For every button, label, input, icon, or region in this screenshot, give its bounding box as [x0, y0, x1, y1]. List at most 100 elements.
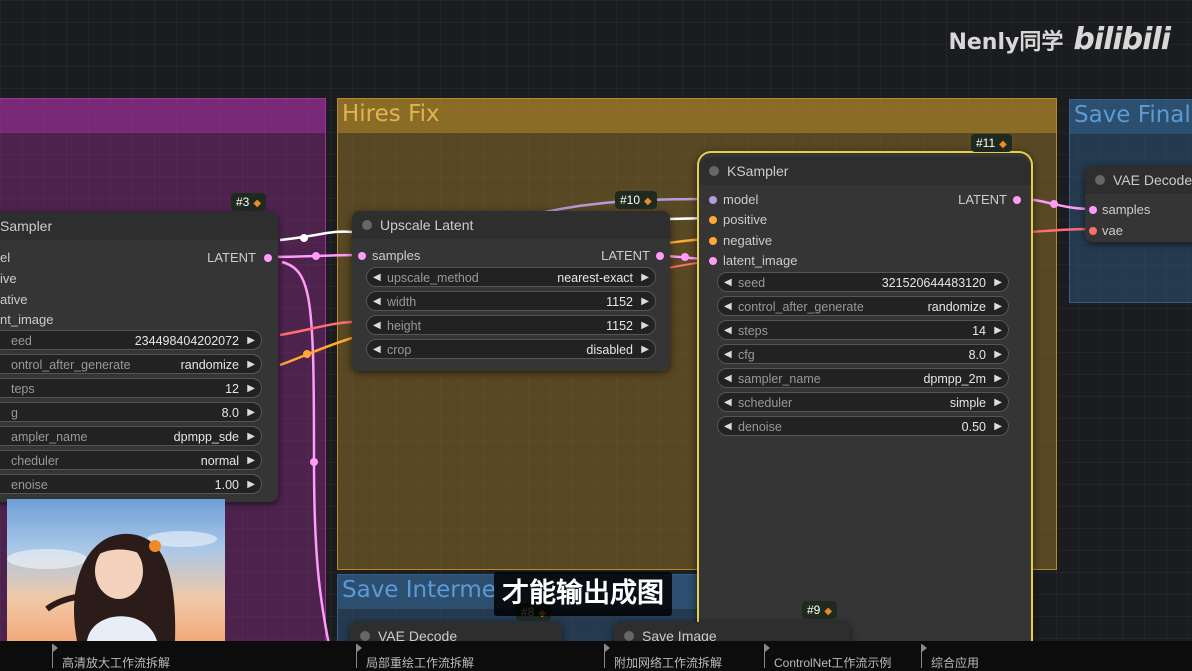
samples-input-pin[interactable] — [1089, 206, 1097, 214]
triangle-right-icon[interactable]: ▶ — [641, 292, 649, 312]
widget-crop[interactable]: ◀ crop disabled ▶ — [366, 339, 656, 359]
chapter-item[interactable]: 综合应用 — [921, 644, 979, 671]
positive-input-pin[interactable] — [709, 216, 717, 224]
output-slot-latent[interactable]: LATENT — [207, 250, 272, 265]
triangle-left-icon[interactable]: ◀ — [724, 393, 732, 413]
triangle-left-icon[interactable]: ◀ — [373, 292, 381, 312]
triangle-right-icon[interactable]: ▶ — [247, 451, 255, 471]
triangle-right-icon[interactable]: ▶ — [994, 321, 1002, 341]
widget-steps[interactable]: ◀ steps 14 ▶ — [717, 320, 1009, 340]
triangle-left-icon[interactable]: ◀ — [724, 297, 732, 317]
wire-vae-left — [279, 320, 353, 337]
triangle-left-icon[interactable]: ◀ — [373, 268, 381, 288]
node-header[interactable]: Sampler — [0, 212, 278, 240]
preview-image — [7, 499, 225, 641]
input-slot-samples[interactable]: samples — [358, 248, 420, 263]
widget-seed[interactable]: eed 234498404202072 ▶ — [0, 330, 262, 350]
input-slot-vae[interactable]: vae — [1089, 223, 1123, 238]
input-slot-model[interactable]: el — [0, 250, 10, 265]
collapse-dot-icon[interactable] — [709, 166, 719, 176]
triangle-left-icon[interactable]: ◀ — [373, 316, 381, 336]
triangle-right-icon[interactable]: ▶ — [247, 355, 255, 375]
widget-denoise[interactable]: enoise 1.00 ▶ — [0, 474, 262, 494]
flag-icon — [52, 644, 58, 668]
triangle-right-icon[interactable]: ▶ — [247, 475, 255, 495]
flag-icon — [356, 644, 362, 668]
chapter-bar[interactable]: 高清放大工作流拆解 局部重绘工作流拆解 附加网络工作流拆解 ControlNet… — [0, 641, 1192, 671]
widget-cfg[interactable]: ◀ cfg 8.0 ▶ — [717, 344, 1009, 364]
latent-input-pin[interactable] — [709, 257, 717, 265]
widget-scheduler[interactable]: cheduler normal ▶ — [0, 450, 262, 470]
triangle-left-icon[interactable]: ◀ — [724, 369, 732, 389]
chapter-item[interactable]: 高清放大工作流拆解 — [52, 644, 170, 671]
input-slot-negative[interactable]: ative — [0, 292, 27, 307]
triangle-left-icon[interactable]: ◀ — [724, 417, 732, 437]
triangle-right-icon[interactable]: ▶ — [994, 393, 1002, 413]
widget-control-after-generate[interactable]: ontrol_after_generate randomize ▶ — [0, 354, 262, 374]
latent-output-pin[interactable] — [264, 254, 272, 262]
node-header[interactable]: KSampler — [699, 157, 1031, 185]
triangle-right-icon[interactable]: ▶ — [994, 369, 1002, 389]
ksampler-node-left[interactable]: Sampler el ive ative nt_image LATENT eed… — [0, 212, 278, 502]
triangle-right-icon[interactable]: ▶ — [641, 316, 649, 336]
widget-steps[interactable]: teps 12 ▶ — [0, 378, 262, 398]
vae-input-pin[interactable] — [1089, 227, 1097, 235]
input-slot-samples[interactable]: samples — [1089, 202, 1150, 217]
chapter-item[interactable]: 局部重绘工作流拆解 — [356, 644, 474, 671]
negative-input-pin[interactable] — [709, 237, 717, 245]
node-title: Sampler — [0, 218, 53, 234]
widget-seed[interactable]: ◀ seed 321520644483120 ▶ — [717, 272, 1009, 292]
collapse-dot-icon[interactable] — [362, 220, 372, 230]
input-slot-negative[interactable]: negative — [709, 233, 772, 248]
node-id-badge: #3 ◆ — [231, 193, 267, 211]
ksampler-node-right[interactable]: KSampler model positive negative latent_… — [697, 151, 1033, 671]
vae-decode-node-right[interactable]: VAE Decode samples vae — [1085, 166, 1192, 242]
input-slot-latent-image[interactable]: latent_image — [709, 253, 797, 268]
collapse-dot-icon[interactable] — [1095, 175, 1105, 185]
triangle-right-icon[interactable]: ▶ — [247, 331, 255, 351]
input-slot-positive[interactable]: ive — [0, 271, 17, 286]
triangle-right-icon[interactable]: ▶ — [247, 403, 255, 423]
widget-denoise[interactable]: ◀ denoise 0.50 ▶ — [717, 416, 1009, 436]
widget-sampler-name[interactable]: ◀ sampler_name dpmpp_2m ▶ — [717, 368, 1009, 388]
triangle-left-icon[interactable]: ◀ — [724, 321, 732, 341]
node-header[interactable]: Upscale Latent — [352, 211, 670, 239]
widget-upscale-method[interactable]: ◀ upscale_method nearest-exact ▶ — [366, 267, 656, 287]
model-input-pin[interactable] — [709, 196, 717, 204]
fox-icon: ◆ — [644, 196, 652, 207]
samples-input-pin[interactable] — [358, 252, 366, 260]
latent-output-pin[interactable] — [656, 252, 664, 260]
triangle-right-icon[interactable]: ▶ — [994, 345, 1002, 365]
triangle-right-icon[interactable]: ▶ — [247, 379, 255, 399]
output-slot-latent[interactable]: LATENT — [601, 248, 664, 263]
latent-output-pin[interactable] — [1013, 196, 1021, 204]
collapse-dot-icon[interactable] — [624, 631, 634, 641]
widget-scheduler[interactable]: ◀ scheduler simple ▶ — [717, 392, 1009, 412]
chapter-item[interactable]: 附加网络工作流拆解 — [604, 644, 722, 671]
triangle-right-icon[interactable]: ▶ — [641, 340, 649, 360]
triangle-left-icon[interactable]: ◀ — [724, 345, 732, 365]
widget-sampler-name[interactable]: ampler_name dpmpp_sde ▶ — [0, 426, 262, 446]
triangle-right-icon[interactable]: ▶ — [994, 297, 1002, 317]
triangle-left-icon[interactable]: ◀ — [724, 273, 732, 293]
input-slot-model[interactable]: model — [709, 192, 758, 207]
collapse-dot-icon[interactable] — [360, 631, 370, 641]
watermark-author: Nenly同学 — [948, 29, 1064, 55]
input-slot-positive[interactable]: positive — [709, 212, 767, 227]
widget-height[interactable]: ◀ height 1152 ▶ — [366, 315, 656, 335]
chapter-item[interactable]: ControlNet工作流示例 — [764, 644, 891, 671]
widget-control-after-generate[interactable]: ◀ control_after_generate randomize ▶ — [717, 296, 1009, 316]
triangle-left-icon[interactable]: ◀ — [373, 340, 381, 360]
triangle-right-icon[interactable]: ▶ — [641, 268, 649, 288]
watermark: Nenly同学 bilibili — [948, 22, 1171, 57]
triangle-right-icon[interactable]: ▶ — [247, 427, 255, 447]
widget-width[interactable]: ◀ width 1152 ▶ — [366, 291, 656, 311]
widget-cfg[interactable]: g 8.0 ▶ — [0, 402, 262, 422]
upscale-latent-node[interactable]: Upscale Latent samples LATENT ◀ upscale_… — [352, 211, 670, 371]
wire-vae-final — [1029, 227, 1093, 234]
node-header[interactable]: VAE Decode — [1085, 166, 1192, 194]
output-slot-latent[interactable]: LATENT — [958, 192, 1021, 207]
triangle-right-icon[interactable]: ▶ — [994, 417, 1002, 437]
input-slot-latent-image[interactable]: nt_image — [0, 312, 53, 327]
triangle-right-icon[interactable]: ▶ — [994, 273, 1002, 293]
